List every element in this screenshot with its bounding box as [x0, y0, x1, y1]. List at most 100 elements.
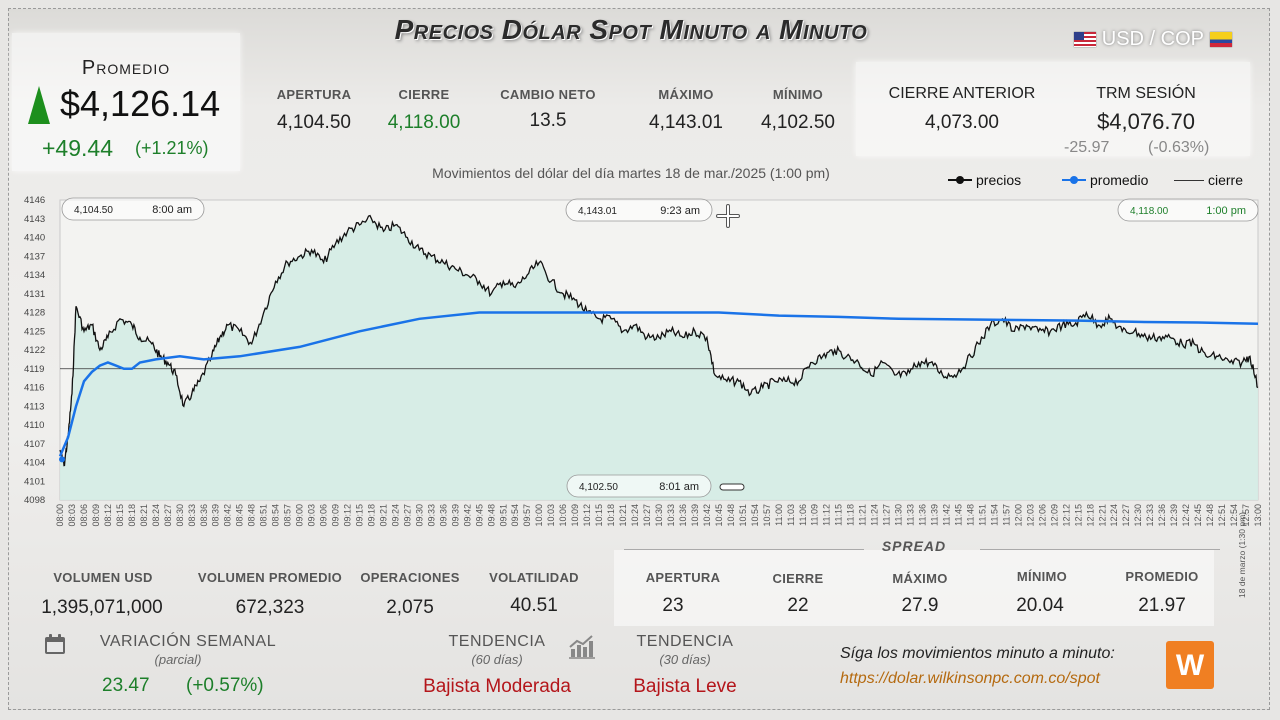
- x-tick-label: 12:03: [1025, 504, 1035, 527]
- y-tick-label: 4098: [24, 495, 45, 506]
- x-tick-label: 08:33: [187, 504, 197, 527]
- trm-value: $4,076.70: [1097, 109, 1195, 134]
- y-tick-label: 4137: [24, 251, 45, 262]
- x-tick-label: 12:15: [1073, 504, 1083, 527]
- x-tick-label: 11:57: [1001, 504, 1011, 526]
- x-tick-label: 08:57: [283, 504, 293, 527]
- x-tick-label: 12:51: [1217, 504, 1227, 527]
- average-panel: Promedio $4,126.14 +49.44 (+1.21%): [12, 33, 240, 171]
- x-tick-label: 11:54: [989, 504, 999, 526]
- x-tick-label: 10:45: [714, 504, 724, 527]
- x-tick-label: 08:06: [79, 504, 89, 527]
- x-tick-label: 09:27: [402, 504, 412, 527]
- spread-label-min: MÍNIMO: [1016, 569, 1068, 584]
- spread-label-avg: PROMEDIO: [1125, 569, 1199, 584]
- stat-label-open: APERTURA: [276, 87, 352, 102]
- x-tick-label: 09:42: [462, 504, 472, 527]
- x-tick-label: 09:51: [498, 504, 508, 527]
- previous-close-value: 4,073.00: [925, 112, 999, 133]
- x-tick-label: 10:48: [726, 504, 736, 527]
- x-tick-label: 11:03: [786, 504, 796, 526]
- x-tick-label: 08:54: [271, 504, 281, 527]
- x-tick-label: 10:03: [546, 504, 556, 527]
- annotation-price: 4,104.50: [74, 205, 113, 216]
- weekly-variation-pct: (+0.57%): [186, 675, 264, 696]
- x-tick-label: 08:18: [127, 504, 137, 527]
- x-tick-label: 09:39: [450, 504, 460, 527]
- x-tick-label: 11:30: [894, 504, 904, 526]
- weekly-variation-label: VARIACIÓN SEMANAL: [99, 633, 277, 650]
- x-tick-label: 09:18: [366, 504, 376, 527]
- annotation-price: 4,102.50: [579, 482, 618, 493]
- y-tick-label: 4140: [24, 233, 45, 244]
- site-link[interactable]: https://dolar.wilkinsonpc.com.co/spot: [840, 670, 1100, 688]
- x-tick-label: 10:36: [678, 504, 688, 527]
- spread-value-close: 22: [787, 595, 809, 616]
- x-tick-label: 10:57: [762, 504, 772, 527]
- x-tick-label: 08:36: [199, 504, 209, 527]
- x-tick-label: 08:09: [91, 504, 101, 527]
- x-tick-label: 08:30: [175, 504, 185, 527]
- legend-promedio: promedio: [1062, 172, 1148, 188]
- x-tick-label: 08:42: [223, 504, 233, 527]
- x-tick-label: 12:42: [1181, 504, 1191, 527]
- x-tick-label: 11:51: [977, 504, 987, 526]
- trm-change-pct: (-0.63%): [1148, 139, 1210, 156]
- y-tick-label: 4134: [24, 270, 45, 281]
- spread-title: SPREAD: [881, 538, 947, 554]
- x-tick-label: 12:21: [1097, 504, 1107, 527]
- y-tick-label: 4128: [24, 308, 45, 319]
- x-tick-label: 08:12: [103, 504, 113, 527]
- x-tick-label: 10:51: [738, 504, 748, 527]
- x-tick-label: 13:00: [1253, 504, 1263, 527]
- stat-value-net-change: 13.5: [529, 110, 567, 131]
- y-tick-label: 4143: [24, 214, 45, 225]
- currency-pair-label: USD / COP: [1101, 28, 1204, 50]
- x-tick-label: 08:21: [139, 504, 149, 527]
- previous-close-label: CIERRE ANTERIOR: [888, 85, 1036, 102]
- up-arrow-icon: [28, 86, 50, 124]
- x-tick-label: 11:21: [858, 504, 868, 526]
- x-tick-label: 12:45: [1193, 504, 1203, 527]
- y-tick-label: 4107: [24, 439, 45, 450]
- bottom-label-volatility: VOLATILIDAD: [489, 570, 579, 585]
- x-tick-label: 08:48: [247, 504, 257, 527]
- y-tick-label: 4101: [24, 476, 45, 487]
- x-tick-label: 11:15: [834, 504, 844, 526]
- trm-label: TRM SESIÓN: [1096, 85, 1196, 102]
- trend30-sub: (30 días): [659, 652, 711, 667]
- legend-precios-swatch: [948, 176, 972, 184]
- bottom-label-operations: OPERACIONES: [360, 570, 460, 585]
- spread-value-avg: 21.97: [1138, 595, 1186, 616]
- x-tick-label: 09:30: [414, 504, 424, 527]
- price-chart[interactable]: 4098 4101 4104 4107 4110 4113 4116 4119 4122 4125…: [0, 190, 1280, 550]
- x-tick-label: 10:09: [570, 504, 580, 527]
- y-tick-label: 4125: [24, 326, 45, 337]
- legend-cierre-swatch: [1174, 179, 1204, 181]
- weekly-variation-sub: (parcial): [154, 652, 202, 667]
- trend30-value: Bajista Leve: [633, 676, 737, 697]
- x-tick-label: 09:03: [307, 504, 317, 527]
- x-tick-label: 12:33: [1145, 504, 1155, 527]
- x-tick-label: 09:00: [295, 504, 305, 527]
- stat-value-min: 4,102.50: [761, 112, 835, 133]
- stat-label-close: CIERRE: [398, 87, 450, 102]
- x-tick-label: 09:12: [343, 504, 353, 527]
- legend-promedio-swatch: [1062, 176, 1086, 184]
- x-tick-label: 11:12: [822, 504, 832, 526]
- y-tick-label: 4110: [24, 420, 44, 431]
- y-tick-label: 4131: [24, 289, 45, 300]
- x-tick-label: 10:54: [750, 504, 760, 527]
- trm-change: -25.97: [1064, 139, 1110, 156]
- x-tick-label: 08:03: [67, 504, 77, 527]
- annotation-time: 9:23 am: [660, 205, 700, 217]
- x-tick-label: 11:09: [810, 504, 820, 526]
- x-tick-label: 11:24: [870, 504, 880, 526]
- x-tick-label: 11:39: [930, 504, 940, 526]
- stat-value-close: 4,118.00: [387, 112, 461, 133]
- annotation-time: 8:01 am: [659, 481, 699, 493]
- y-tick-label: 4104: [24, 458, 45, 469]
- wilkinson-logo[interactable]: W: [1166, 641, 1214, 689]
- spread-label-max: MÁXIMO: [892, 571, 948, 586]
- x-tick-label: 12:48: [1205, 504, 1215, 527]
